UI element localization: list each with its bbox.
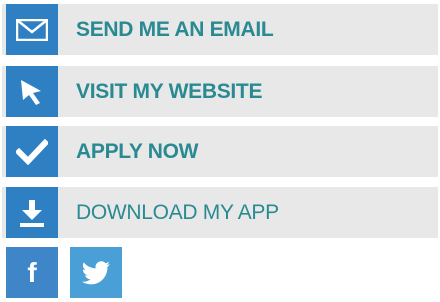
facebook-icon: f <box>27 256 37 288</box>
twitter-button[interactable] <box>70 247 122 298</box>
contact-card: SEND ME AN EMAIL VISIT MY WEBSITE APPLY … <box>0 0 440 302</box>
twitter-icon <box>82 260 110 284</box>
visit-website-button[interactable]: VISIT MY WEBSITE <box>2 66 438 117</box>
checkmark-icon <box>6 126 58 177</box>
send-email-button[interactable]: SEND ME AN EMAIL <box>2 4 438 55</box>
download-app-label: DOWNLOAD MY APP <box>76 200 279 224</box>
envelope-icon <box>6 4 58 55</box>
send-email-label: SEND ME AN EMAIL <box>76 17 274 41</box>
download-app-button[interactable]: DOWNLOAD MY APP <box>2 187 438 238</box>
apply-now-button[interactable]: APPLY NOW <box>2 126 438 177</box>
cursor-arrow-icon <box>6 66 58 117</box>
apply-now-label: APPLY NOW <box>76 139 199 163</box>
visit-website-label: VISIT MY WEBSITE <box>76 79 263 103</box>
facebook-button[interactable]: f <box>6 247 58 298</box>
download-icon <box>6 187 58 238</box>
